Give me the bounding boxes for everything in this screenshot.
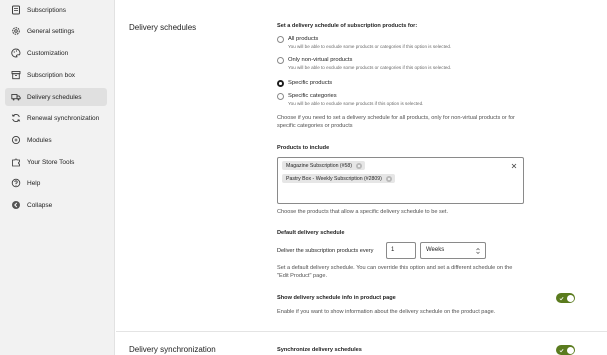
truck-icon xyxy=(11,92,21,102)
deliver-every-label: Deliver the subscription products every xyxy=(277,248,374,254)
palette-icon xyxy=(11,48,21,58)
clear-all-icon[interactable] xyxy=(511,163,517,169)
radio-button-checked[interactable] xyxy=(277,80,284,87)
product-token-label: Pastry Box - Weekly Subscription (#2809) xyxy=(286,175,382,182)
section-title-delivery-schedules: Delivery schedules xyxy=(129,23,197,32)
sidebar-item-customization[interactable]: Customization xyxy=(5,44,107,62)
radio-option-specific-categories[interactable]: Specific categories You will be able to … xyxy=(277,93,423,108)
radio-label: All products xyxy=(288,36,319,42)
radio-label: Specific products xyxy=(288,80,333,86)
show-info-toggle[interactable] xyxy=(556,293,575,303)
sidebar-item-label: Subscription box xyxy=(27,71,76,79)
subscriptions-icon xyxy=(11,5,21,15)
description-line: "Edit Product" page. xyxy=(277,273,327,279)
sidebar-item-label: Your Store Tools xyxy=(27,158,75,166)
radio-label: Only non-virtual products xyxy=(288,57,353,63)
radio-button[interactable] xyxy=(277,93,284,100)
sidebar-item-label: General settings xyxy=(27,27,75,35)
sidebar-item-renewal-synchronization[interactable]: Renewal synchronization xyxy=(5,109,107,127)
description-line: specific categories or products xyxy=(277,123,353,129)
remove-token-icon[interactable] xyxy=(356,162,363,169)
product-token: Magazine Subscription (#58) xyxy=(282,161,366,170)
section-title-delivery-synchronization: Delivery synchronization xyxy=(129,345,216,354)
sidebar-item-label: Renewal synchronization xyxy=(27,114,100,122)
default-schedule-title: Default delivery schedule xyxy=(277,230,345,236)
check-icon xyxy=(559,296,564,300)
gear-icon xyxy=(11,26,21,36)
settings-main: Delivery schedules Set a delivery schedu… xyxy=(116,0,607,355)
admin-sidebar: Subscriptions General settings Customiza… xyxy=(0,0,115,355)
products-to-include-title: Products to include xyxy=(277,145,330,151)
check-icon xyxy=(559,348,564,352)
default-schedule-description: Set a default delivery schedule. You can… xyxy=(277,264,512,280)
period-select[interactable]: Weeks xyxy=(420,242,486,259)
sync-schedules-toggle[interactable] xyxy=(556,345,575,355)
radio-option-specific-products[interactable]: Specific products xyxy=(277,80,332,87)
modules-icon xyxy=(11,135,21,145)
sidebar-item-help[interactable]: Help xyxy=(5,174,107,192)
sync-icon xyxy=(11,113,21,123)
radio-help-text: You will be able to exclude some product… xyxy=(288,44,452,49)
sidebar-item-general-settings[interactable]: General settings xyxy=(5,22,107,40)
products-to-include-description: Choose the products that allow a specifi… xyxy=(277,209,449,215)
sidebar-item-modules[interactable]: Modules xyxy=(5,131,107,149)
radio-button[interactable] xyxy=(277,36,284,43)
radio-option-all-products[interactable]: All products You will be able to exclude… xyxy=(277,36,451,51)
sidebar-item-label: Delivery schedules xyxy=(27,93,82,101)
interval-input[interactable]: 1 xyxy=(386,242,416,259)
sidebar-item-collapse[interactable]: Collapse xyxy=(5,196,107,214)
sidebar-item-your-store-tools[interactable]: Your Store Tools xyxy=(5,153,107,171)
remove-token-icon[interactable] xyxy=(385,175,392,182)
sync-schedules-title: Synchronize delivery schedules xyxy=(277,347,362,353)
sidebar-item-label: Help xyxy=(27,179,41,187)
collapse-icon xyxy=(11,200,21,210)
description-line: Choose if you need to set a delivery sch… xyxy=(277,115,515,121)
radio-option-non-virtual-products[interactable]: Only non-virtual products You will be ab… xyxy=(277,57,451,72)
help-icon xyxy=(11,178,21,188)
show-info-description: Enable if you want to show information a… xyxy=(277,309,496,315)
sidebar-item-label: Customization xyxy=(27,49,69,57)
radio-label: Specific categories xyxy=(288,93,337,99)
set-schedule-description: Choose if you need to set a delivery sch… xyxy=(277,114,515,130)
section-divider xyxy=(116,331,607,332)
product-token: Pastry Box - Weekly Subscription (#2809) xyxy=(282,174,395,183)
puzzle-icon xyxy=(11,157,21,167)
show-info-title: Show delivery schedule info in product p… xyxy=(277,295,396,301)
sidebar-item-label: Subscriptions xyxy=(27,6,67,14)
sidebar-item-subscriptions[interactable]: Subscriptions xyxy=(5,1,107,19)
products-select[interactable]: Magazine Subscription (#58) Pastry Box -… xyxy=(277,157,524,204)
sidebar-item-subscription-box[interactable]: Subscription box xyxy=(5,66,107,84)
sidebar-item-label: Modules xyxy=(27,136,52,144)
sidebar-item-label: Collapse xyxy=(27,201,53,209)
radio-button[interactable] xyxy=(277,57,284,64)
chevron-up-down-icon xyxy=(476,248,480,254)
radio-help-text: You will be able to exclude some product… xyxy=(288,101,424,106)
period-select-value: Weeks xyxy=(426,247,445,253)
description-line: Set a default delivery schedule. You can… xyxy=(277,265,513,271)
product-token-label: Magazine Subscription (#58) xyxy=(286,162,353,169)
set-schedule-title: Set a delivery schedule of subscription … xyxy=(277,23,418,29)
sidebar-item-delivery-schedules[interactable]: Delivery schedules xyxy=(5,88,107,106)
radio-help-text: You will be able to exclude some product… xyxy=(288,65,452,70)
box-icon xyxy=(11,70,21,80)
